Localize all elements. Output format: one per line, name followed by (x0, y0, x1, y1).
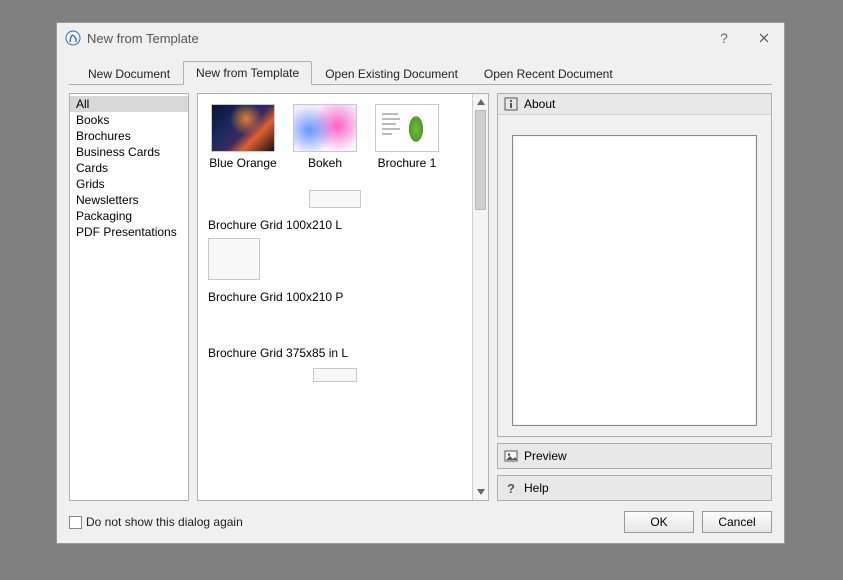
preview-label: Preview (524, 449, 567, 463)
template-item[interactable]: Brochure Grid 100x210 P (208, 238, 462, 310)
about-header: About (498, 94, 771, 115)
info-icon (504, 97, 518, 111)
template-thumbnail (208, 238, 260, 280)
tab-open-recent[interactable]: Open Recent Document (471, 62, 626, 85)
template-scrollbar[interactable] (472, 94, 488, 500)
content-area: All Books Brochures Business Cards Cards… (69, 85, 772, 501)
category-item-newsletters[interactable]: Newsletters (70, 192, 188, 208)
preview-group[interactable]: Preview (497, 443, 772, 469)
template-row: Blue Orange Bokeh Brochure 1 (208, 104, 462, 170)
template-label: Bokeh (308, 156, 342, 170)
chevron-up-icon (477, 99, 485, 105)
help-button[interactable]: ? (704, 23, 744, 53)
category-list[interactable]: All Books Brochures Business Cards Cards… (69, 93, 189, 501)
template-item[interactable]: Brochure Grid 375x85 in L (208, 340, 462, 386)
template-item[interactable]: Brochure Grid 100x210 L (208, 190, 462, 238)
dont-show-checkbox-container[interactable]: Do not show this dialog again (69, 515, 243, 529)
dont-show-checkbox[interactable] (69, 516, 82, 529)
about-body (512, 135, 757, 426)
tab-open-existing[interactable]: Open Existing Document (312, 62, 471, 85)
category-item-business-cards[interactable]: Business Cards (70, 144, 188, 160)
app-icon (65, 30, 81, 46)
scroll-down-button[interactable] (473, 484, 488, 500)
template-panel: Blue Orange Bokeh Brochure 1 (197, 93, 489, 501)
chevron-down-icon (477, 489, 485, 495)
dont-show-label: Do not show this dialog again (86, 515, 243, 529)
window-buttons: ? (704, 23, 784, 53)
category-item-cards[interactable]: Cards (70, 160, 188, 176)
scroll-up-button[interactable] (473, 94, 488, 110)
template-item[interactable]: Bokeh (290, 104, 360, 170)
template-thumbnail (211, 104, 275, 152)
template-thumbnail (375, 104, 439, 152)
category-item-grids[interactable]: Grids (70, 176, 188, 192)
template-label: Brochure Grid 100x210 P (208, 290, 343, 304)
ok-button[interactable]: OK (624, 511, 694, 533)
cancel-button[interactable]: Cancel (702, 511, 772, 533)
title-bar: New from Template ? (57, 23, 784, 53)
category-item-books[interactable]: Books (70, 112, 188, 128)
category-item-pdf-presentations[interactable]: PDF Presentations (70, 224, 188, 240)
template-thumbnail (309, 190, 361, 208)
category-item-packaging[interactable]: Packaging (70, 208, 188, 224)
svg-text:?: ? (507, 481, 515, 495)
about-label: About (524, 97, 555, 111)
about-group: About (497, 93, 772, 437)
category-item-all[interactable]: All (70, 96, 188, 112)
close-icon (759, 33, 769, 43)
tab-new-document[interactable]: New Document (75, 62, 183, 85)
help-label: Help (524, 481, 549, 495)
question-icon: ? (504, 481, 518, 495)
scroll-track[interactable] (473, 110, 488, 484)
help-group[interactable]: ? Help (497, 475, 772, 501)
close-button[interactable] (744, 23, 784, 53)
template-label: Brochure 1 (378, 156, 437, 170)
template-item[interactable]: Blue Orange (208, 104, 278, 170)
scroll-thumb[interactable] (475, 110, 486, 210)
client-area: New Document New from Template Open Exis… (57, 53, 784, 543)
category-item-brochures[interactable]: Brochures (70, 128, 188, 144)
right-column: About Preview ? (497, 93, 772, 501)
template-label: Blue Orange (209, 156, 276, 170)
footer: Do not show this dialog again OK Cancel (69, 501, 772, 533)
template-label: Brochure Grid 100x210 L (208, 218, 342, 232)
template-label: Brochure Grid 375x85 in L (208, 346, 348, 360)
template-thumbnail (293, 104, 357, 152)
window-title: New from Template (87, 31, 199, 46)
image-icon (504, 449, 518, 463)
template-item[interactable]: Brochure 1 (372, 104, 442, 170)
tab-new-from-template[interactable]: New from Template (183, 61, 312, 85)
template-thumbnail (313, 368, 357, 382)
template-list[interactable]: Blue Orange Bokeh Brochure 1 (198, 94, 472, 500)
tab-strip: New Document New from Template Open Exis… (69, 59, 772, 85)
dialog-window: New from Template ? New Document New fro… (56, 22, 785, 544)
